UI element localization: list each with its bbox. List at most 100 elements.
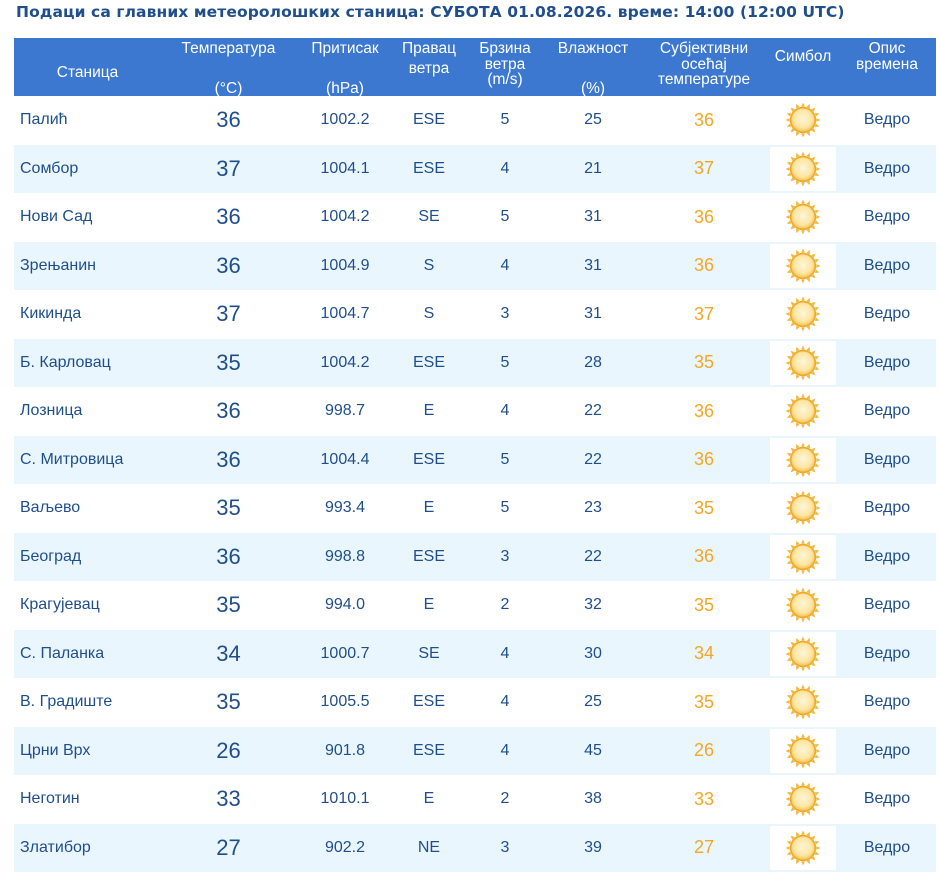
sun-icon (770, 195, 836, 240)
humidity-value: 23 (584, 499, 602, 517)
header-wind-speed: Брзина ветра (m/s) (479, 40, 531, 88)
humidity-value: 39 (584, 838, 602, 856)
feels-like-value: 34 (693, 643, 715, 664)
temperature-value: 36 (216, 204, 241, 230)
weather-description: Ведро (863, 499, 911, 517)
wind-speed-value: 4 (500, 644, 510, 662)
wind-direction-value: S (423, 305, 435, 323)
temperature-value: 37 (216, 155, 241, 181)
symbol-cell (768, 678, 838, 727)
pressure-value: 1010.1 (320, 790, 370, 808)
wind-speed-value: 4 (500, 159, 510, 177)
symbol-cell (768, 145, 838, 194)
symbol-cell (768, 775, 838, 824)
station-name: Крагујевац (20, 596, 100, 614)
pressure-value: 1004.2 (320, 353, 370, 371)
symbol-cell (768, 533, 838, 582)
feels-like-value: 27 (693, 837, 715, 858)
wind-direction-value: NE (417, 838, 441, 856)
humidity-value: 22 (584, 450, 602, 468)
sun-icon (770, 98, 836, 143)
wind-direction-value: ESE (412, 159, 445, 177)
table-row: Крагујевац 35 994.0 E 2 32 35 Ведро (14, 581, 936, 630)
feels-like-value: 37 (693, 158, 715, 179)
wind-speed-value: 5 (500, 208, 510, 226)
sun-icon (770, 146, 836, 191)
sun-icon (770, 583, 836, 628)
feels-like-value: 36 (693, 109, 715, 130)
symbol-cell (768, 484, 838, 533)
station-name: Зрењанин (20, 256, 96, 274)
station-name: Ваљево (20, 499, 81, 517)
sun-icon (770, 340, 836, 385)
symbol-cell (768, 727, 838, 776)
station-name: Златибор (20, 838, 91, 856)
symbol-cell (768, 436, 838, 485)
wind-speed-value: 4 (500, 693, 510, 711)
station-name: Сомбор (20, 159, 79, 177)
pressure-value: 998.7 (324, 402, 366, 420)
humidity-value: 25 (584, 693, 602, 711)
station-name: С. Паланка (20, 644, 105, 662)
table-row: Сомбор 37 1004.1 ESE 4 21 37 Ведро (14, 144, 936, 194)
sun-icon (770, 389, 836, 434)
pressure-value: 1004.1 (320, 159, 370, 177)
table-row: Палић 36 1002.2 ESE 5 25 36 Ведро (14, 96, 936, 145)
pressure-value: 1004.2 (320, 208, 370, 226)
table-row: Црни Врх 26 901.8 ESE 4 45 26 Ведро (14, 726, 936, 776)
wind-speed-value: 5 (500, 111, 510, 129)
weather-description: Ведро (863, 353, 911, 371)
wind-speed-value: 5 (500, 353, 510, 371)
station-name: Београд (20, 547, 82, 565)
temperature-value: 36 (216, 398, 241, 424)
temperature-value: 34 (216, 640, 241, 666)
table-row: Лозница 36 998.7 E 4 22 36 Ведро (14, 387, 936, 436)
table-row: С. Паланка 34 1000.7 SE 4 30 34 Ведро (14, 629, 936, 678)
temperature-value: 35 (216, 592, 241, 618)
feels-like-value: 35 (693, 594, 715, 615)
pressure-value: 901.8 (324, 741, 366, 759)
feels-like-value: 36 (693, 206, 715, 227)
symbol-cell (768, 581, 838, 630)
wind-direction-value: E (423, 402, 435, 420)
feels-like-value: 36 (693, 255, 715, 276)
humidity-value: 32 (584, 596, 602, 614)
table-row: С. Митровица 36 1004.4 ESE 5 22 36 Ведро (14, 435, 936, 485)
pressure-value: 902.2 (324, 838, 366, 856)
weather-description: Ведро (863, 838, 911, 856)
weather-description: Ведро (863, 402, 911, 420)
wind-direction-value: S (423, 256, 435, 274)
feels-like-value: 36 (693, 400, 715, 421)
symbol-cell (768, 242, 838, 291)
sun-icon (770, 243, 836, 288)
table-row: Б. Карловац 35 1004.2 ESE 5 28 35 Ведро (14, 338, 936, 387)
wind-speed-value: 2 (500, 596, 510, 614)
wind-speed-value: 2 (500, 790, 510, 808)
wind-speed-value: 5 (500, 450, 510, 468)
sun-icon (770, 631, 836, 676)
station-name: Нови Сад (20, 208, 93, 226)
temperature-value: 36 (216, 446, 241, 472)
humidity-value: 25 (584, 111, 602, 129)
table-header-row: Станица Температура (°C) Притисак (hPa) … (14, 38, 936, 96)
wind-speed-value: 3 (500, 547, 510, 565)
humidity-value: 45 (584, 741, 602, 759)
sun-icon (770, 437, 836, 482)
feels-like-value: 35 (693, 352, 715, 373)
sun-icon (770, 777, 836, 822)
wind-direction-value: SE (418, 644, 440, 662)
weather-description: Ведро (863, 159, 911, 177)
table-row: Ваљево 35 993.4 E 5 23 35 Ведро (14, 484, 936, 533)
header-station: Станица (56, 64, 119, 82)
wind-direction-value: ESE (412, 450, 445, 468)
humidity-value: 21 (584, 159, 602, 177)
temperature-value: 36 (216, 252, 241, 278)
sun-icon (770, 728, 836, 773)
feels-like-value: 35 (693, 691, 715, 712)
temperature-value: 35 (216, 689, 241, 715)
header-humidity: Влажност (%) (557, 40, 629, 97)
wind-direction-value: E (423, 596, 435, 614)
header-feels-like: Субјективни осећај температуре (657, 40, 751, 88)
symbol-cell (768, 387, 838, 436)
wind-speed-value: 5 (500, 499, 510, 517)
